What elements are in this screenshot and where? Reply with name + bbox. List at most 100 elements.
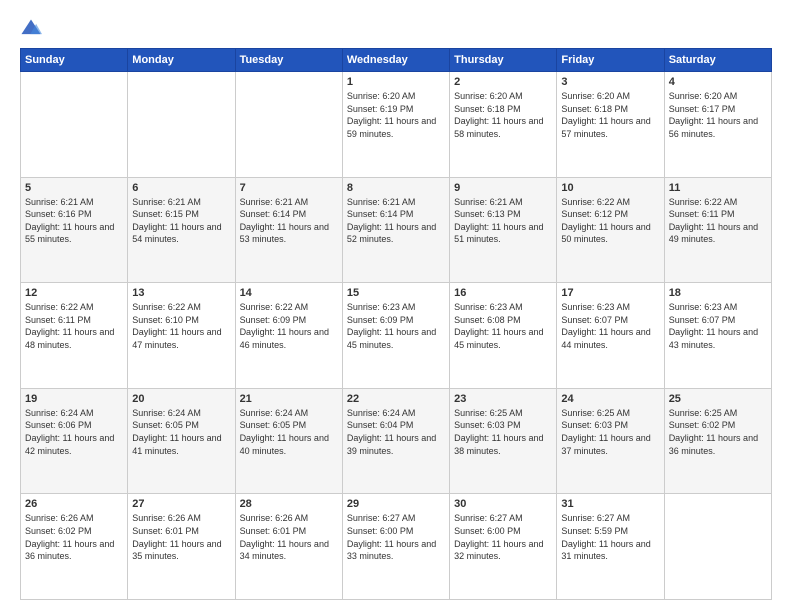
day-info: Sunrise: 6:21 AMSunset: 6:13 PMDaylight:… [454,196,552,246]
day-info: Sunrise: 6:21 AMSunset: 6:15 PMDaylight:… [132,196,230,246]
calendar-cell [21,72,128,178]
day-info: Sunrise: 6:22 AMSunset: 6:10 PMDaylight:… [132,301,230,351]
calendar-page: SundayMondayTuesdayWednesdayThursdayFrid… [0,0,792,612]
calendar-cell: 20Sunrise: 6:24 AMSunset: 6:05 PMDayligh… [128,388,235,494]
weekday-header-tuesday: Tuesday [235,49,342,72]
day-number: 22 [347,393,445,405]
day-number: 5 [25,182,123,194]
calendar-week-4: 19 Sunrise: 6:24 AMSunset: 6:06 PMDayligh… [21,388,772,494]
day-number: 30 [454,498,552,510]
calendar-cell: 13 Sunrise: 6:22 AMSunset: 6:10 PMDayligh… [128,283,235,389]
day-info: Sunrise: 6:27 AMSunset: 5:59 PMDaylight:… [561,512,659,562]
day-number: 1 [347,76,445,88]
day-info: Sunrise: 6:27 AMSunset: 6:00 PMDaylight:… [347,512,445,562]
calendar-cell: 25 Sunrise: 6:25 AMSunset: 6:02 PMDayligh… [664,388,771,494]
header [20,18,772,40]
day-number: 24 [561,393,659,405]
calendar-week-2: 5 Sunrise: 6:21 AMSunset: 6:16 PMDaylight… [21,177,772,283]
day-number: 11 [669,182,767,194]
calendar-cell: 1 Sunrise: 6:20 AMSunset: 6:19 PMDaylight… [342,72,449,178]
day-info: Sunrise: 6:23 AMSunset: 6:08 PMDaylight:… [454,301,552,351]
day-info: Sunrise: 6:20 AMSunset: 6:18 PMDaylight:… [454,90,552,140]
day-number: 14 [240,287,338,299]
day-number: 16 [454,287,552,299]
calendar-cell: 27 Sunrise: 6:26 AMSunset: 6:01 PMDayligh… [128,494,235,600]
calendar-cell: 5 Sunrise: 6:21 AMSunset: 6:16 PMDaylight… [21,177,128,283]
calendar-week-1: 1 Sunrise: 6:20 AMSunset: 6:19 PMDaylight… [21,72,772,178]
weekday-header-sunday: Sunday [21,49,128,72]
day-number: 10 [561,182,659,194]
day-info: Sunrise: 6:25 AMSunset: 6:03 PMDaylight:… [561,407,659,457]
day-number: 8 [347,182,445,194]
day-info: Sunrise: 6:20 AMSunset: 6:18 PMDaylight:… [561,90,659,140]
day-number: 6 [132,182,230,194]
calendar-cell: 28 Sunrise: 6:26 AMSunset: 6:01 PMDayligh… [235,494,342,600]
day-info: Sunrise: 6:22 AMSunset: 6:11 PMDaylight:… [669,196,767,246]
day-number: 15 [347,287,445,299]
day-number: 25 [669,393,767,405]
calendar-cell: 31 Sunrise: 6:27 AMSunset: 5:59 PMDayligh… [557,494,664,600]
day-info: Sunrise: 6:23 AMSunset: 6:09 PMDaylight:… [347,301,445,351]
day-info: Sunrise: 6:24 AMSunset: 6:06 PMDaylight:… [25,407,123,457]
day-info: Sunrise: 6:21 AMSunset: 6:14 PMDaylight:… [240,196,338,246]
calendar-cell: 14 Sunrise: 6:22 AMSunset: 6:09 PMDayligh… [235,283,342,389]
day-number: 18 [669,287,767,299]
day-number: 23 [454,393,552,405]
day-info: Sunrise: 6:27 AMSunset: 6:00 PMDaylight:… [454,512,552,562]
calendar-cell: 26Sunrise: 6:26 AMSunset: 6:02 PMDayligh… [21,494,128,600]
calendar-cell: 18Sunrise: 6:23 AMSunset: 6:07 PMDayligh… [664,283,771,389]
day-number: 28 [240,498,338,510]
calendar-week-3: 12Sunrise: 6:22 AMSunset: 6:11 PMDayligh… [21,283,772,389]
day-number: 13 [132,287,230,299]
calendar-cell: 15 Sunrise: 6:23 AMSunset: 6:09 PMDayligh… [342,283,449,389]
day-info: Sunrise: 6:20 AMSunset: 6:19 PMDaylight:… [347,90,445,140]
weekday-header-saturday: Saturday [664,49,771,72]
calendar-cell: 6 Sunrise: 6:21 AMSunset: 6:15 PMDaylight… [128,177,235,283]
weekday-header-monday: Monday [128,49,235,72]
day-info: Sunrise: 6:21 AMSunset: 6:16 PMDaylight:… [25,196,123,246]
calendar-table: SundayMondayTuesdayWednesdayThursdayFrid… [20,48,772,600]
calendar-cell: 8 Sunrise: 6:21 AMSunset: 6:14 PMDaylight… [342,177,449,283]
day-info: Sunrise: 6:25 AMSunset: 6:02 PMDaylight:… [669,407,767,457]
weekday-header-friday: Friday [557,49,664,72]
calendar-cell: 12Sunrise: 6:22 AMSunset: 6:11 PMDayligh… [21,283,128,389]
calendar-cell [128,72,235,178]
day-info: Sunrise: 6:20 AMSunset: 6:17 PMDaylight:… [669,90,767,140]
day-info: Sunrise: 6:24 AMSunset: 6:05 PMDaylight:… [132,407,230,457]
day-info: Sunrise: 6:26 AMSunset: 6:02 PMDaylight:… [25,512,123,562]
calendar-cell: 21Sunrise: 6:24 AMSunset: 6:05 PMDayligh… [235,388,342,494]
logo [20,18,48,40]
calendar-cell: 29Sunrise: 6:27 AMSunset: 6:00 PMDayligh… [342,494,449,600]
day-number: 17 [561,287,659,299]
day-number: 31 [561,498,659,510]
calendar-cell: 4 Sunrise: 6:20 AMSunset: 6:17 PMDaylight… [664,72,771,178]
calendar-cell: 10Sunrise: 6:22 AMSunset: 6:12 PMDayligh… [557,177,664,283]
calendar-cell: 7Sunrise: 6:21 AMSunset: 6:14 PMDaylight… [235,177,342,283]
weekday-header-thursday: Thursday [450,49,557,72]
day-info: Sunrise: 6:25 AMSunset: 6:03 PMDaylight:… [454,407,552,457]
calendar-cell: 16 Sunrise: 6:23 AMSunset: 6:08 PMDayligh… [450,283,557,389]
day-info: Sunrise: 6:24 AMSunset: 6:04 PMDaylight:… [347,407,445,457]
logo-icon [20,18,42,40]
day-number: 19 [25,393,123,405]
day-number: 12 [25,287,123,299]
day-info: Sunrise: 6:21 AMSunset: 6:14 PMDaylight:… [347,196,445,246]
day-number: 21 [240,393,338,405]
day-info: Sunrise: 6:23 AMSunset: 6:07 PMDaylight:… [561,301,659,351]
calendar-cell: 17 Sunrise: 6:23 AMSunset: 6:07 PMDayligh… [557,283,664,389]
day-info: Sunrise: 6:22 AMSunset: 6:09 PMDaylight:… [240,301,338,351]
calendar-cell [664,494,771,600]
calendar-cell: 2 Sunrise: 6:20 AMSunset: 6:18 PMDaylight… [450,72,557,178]
weekday-header-row: SundayMondayTuesdayWednesdayThursdayFrid… [21,49,772,72]
day-number: 27 [132,498,230,510]
day-number: 9 [454,182,552,194]
calendar-cell: 19 Sunrise: 6:24 AMSunset: 6:06 PMDayligh… [21,388,128,494]
day-info: Sunrise: 6:26 AMSunset: 6:01 PMDaylight:… [240,512,338,562]
calendar-week-5: 26Sunrise: 6:26 AMSunset: 6:02 PMDayligh… [21,494,772,600]
calendar-cell: 24 Sunrise: 6:25 AMSunset: 6:03 PMDayligh… [557,388,664,494]
day-number: 4 [669,76,767,88]
calendar-cell: 23 Sunrise: 6:25 AMSunset: 6:03 PMDayligh… [450,388,557,494]
day-info: Sunrise: 6:26 AMSunset: 6:01 PMDaylight:… [132,512,230,562]
day-number: 2 [454,76,552,88]
calendar-cell: 30 Sunrise: 6:27 AMSunset: 6:00 PMDayligh… [450,494,557,600]
